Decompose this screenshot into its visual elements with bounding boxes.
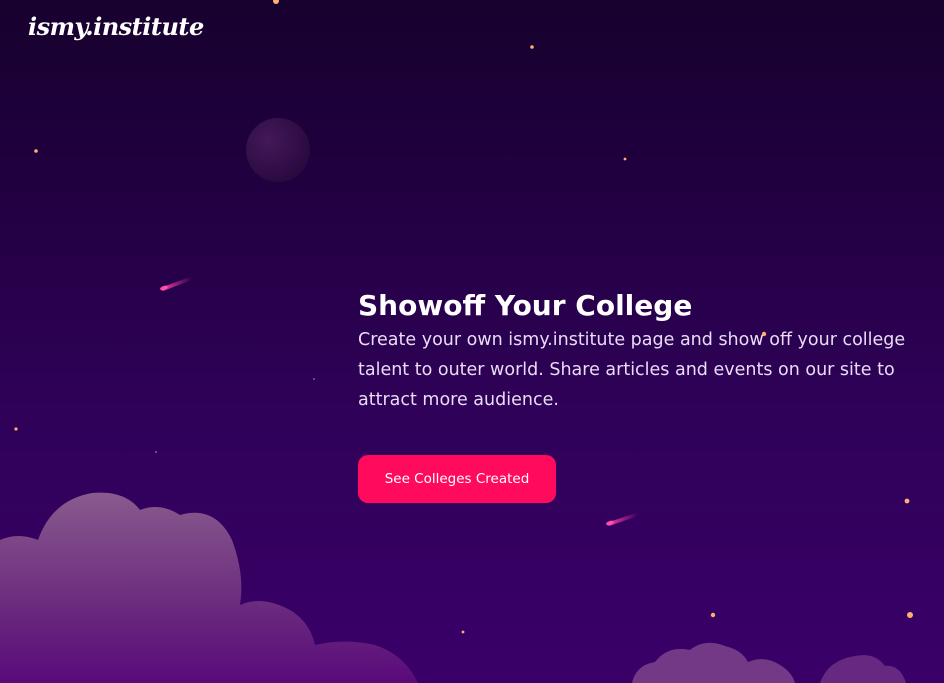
hero-title: Showoff Your College — [358, 289, 693, 322]
see-colleges-created-button[interactable]: See Colleges Created — [358, 455, 556, 503]
star-icon — [155, 378, 315, 453]
hero-section: Showoff Your College Create your own ism… — [358, 287, 928, 415]
cloud-illustration — [632, 642, 795, 683]
shooting-star-icon — [606, 513, 638, 526]
site-logo[interactable]: ismy.institute — [28, 12, 204, 41]
cloud-illustration — [0, 492, 418, 683]
shooting-star-icon — [160, 277, 192, 291]
hero-description: Create your own ismy.institute page and … — [358, 330, 906, 410]
planet-illustration — [246, 118, 310, 182]
cloud-illustration — [820, 655, 906, 683]
